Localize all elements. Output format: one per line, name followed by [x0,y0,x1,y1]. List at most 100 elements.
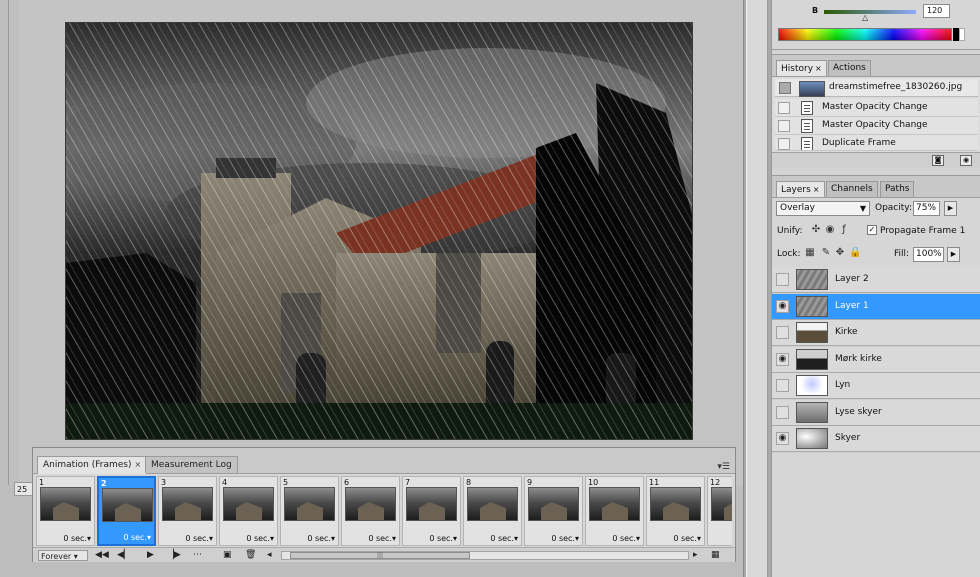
close-icon[interactable]: × [813,185,820,194]
color-channel-slider[interactable] [824,10,916,14]
tab-history[interactable]: History × [776,60,827,76]
propagate-frame-checkbox[interactable]: ✓ [867,225,877,235]
fill-field[interactable]: 100% [913,247,944,262]
layer-row[interactable]: ◉ Skyer [772,426,980,452]
timeline-toggle-icon[interactable]: ▦ [711,550,720,561]
color-channel-value[interactable]: 120 [923,4,950,18]
frame-delay[interactable]: 0 sec.▾ [185,534,213,543]
history-state[interactable]: Duplicate Frame [775,135,978,151]
animation-frame[interactable]: 5 0 sec.▾ [280,476,339,546]
canvas-image[interactable] [65,22,693,440]
opacity-slider-button[interactable]: ▶ [944,201,957,216]
frames-strip: 1 0 sec.▾ 2 0 sec.▾ 3 0 sec.▾ 4 0 sec.▾ 5 0 sec.▾… [36,476,732,546]
history-brush-source[interactable] [778,120,790,132]
tab-paths[interactable]: Paths [880,181,915,197]
frame-delay[interactable]: 0 sec.▾ [246,534,274,543]
layer-row[interactable]: Lyse skyer [772,399,980,426]
tab-animation-frames[interactable]: Animation (Frames) × [37,456,148,474]
animation-frame[interactable]: 4 0 sec.▾ [219,476,278,546]
next-frame-icon[interactable]: ▕▶ [167,550,181,561]
close-icon[interactable]: × [135,460,142,469]
eye-icon[interactable]: ◉ [776,352,789,366]
lock-transparency-icon[interactable]: ▦ [804,247,816,259]
frame-delay[interactable]: 0 sec.▾ [307,534,335,543]
frames-scrollbar[interactable]: ||| [281,551,689,560]
fill-slider-button[interactable]: ▶ [947,247,960,262]
delete-frame-icon[interactable]: 🗑 [245,550,256,561]
layer-row[interactable]: ◉ Layer 1 [772,293,980,320]
loop-select[interactable]: Forever ▾ [38,550,88,561]
visibility-toggle[interactable] [776,405,789,419]
unify-position-icon[interactable]: ✣ [810,224,822,236]
history-state[interactable]: Master Opacity Change [775,117,978,135]
blend-mode-select[interactable]: Overlay ▼ [776,201,870,216]
previous-frame-icon[interactable]: ◀▏ [117,550,131,561]
visibility-toggle[interactable] [776,379,789,392]
tab-layers[interactable]: Layers × [776,181,825,197]
eye-icon[interactable]: ◉ [776,432,789,445]
tab-measurement-log[interactable]: Measurement Log [145,456,238,473]
frame-number: 8 [466,478,472,487]
animation-frame[interactable]: 10 0 sec.▾ [585,476,644,546]
tween-icon[interactable]: ⋯ [193,550,202,561]
lock-move-icon[interactable]: ✥ [834,247,846,259]
snapshot-brush-icon[interactable] [779,82,791,94]
opacity-field[interactable]: 75% [913,201,940,216]
frame-delay[interactable]: 0 sec.▾ [490,534,518,543]
panel-menu-icon[interactable]: ▾☰ [717,462,730,472]
history-snapshot[interactable]: dreamstimefree_1830260.jpg [775,79,978,97]
history-brush-source[interactable] [778,138,790,150]
eye-icon[interactable]: ◉ [776,299,789,313]
visibility-toggle[interactable] [776,273,789,286]
camera-icon[interactable]: ◉ [960,155,972,166]
animation-frame[interactable]: 9 0 sec.▾ [524,476,583,546]
animation-frame[interactable]: 6 0 sec.▾ [341,476,400,546]
animation-frame[interactable]: 1 0 sec.▾ [36,476,95,546]
animation-controls: Forever ▾ ◀◀ ◀▏ ▶ ▕▶ ⋯ ▣ 🗑 ◂ ||| ▸ ▦ [33,547,735,562]
animation-frame[interactable]: 3 0 sec.▾ [158,476,217,546]
animation-frame[interactable]: 120 sec.▾ [707,476,732,546]
duplicate-frame-icon[interactable]: ▣ [223,550,232,561]
lock-all-icon[interactable]: 🔒 [849,247,861,259]
layer-row[interactable]: Lyn [772,373,980,399]
white-swatch[interactable] [959,28,965,41]
slider-handle-icon[interactable]: △ [862,13,868,22]
history-state[interactable]: Master Opacity Change [775,99,978,117]
frame-number: 11 [649,478,660,487]
layer-name: Layer 2 [835,274,869,284]
first-frame-icon[interactable]: ◀◀ [95,550,109,561]
document-icon [801,119,813,133]
layer-row[interactable]: Layer 2 [772,267,980,293]
visibility-toggle[interactable] [776,326,789,339]
new-snapshot-icon[interactable]: ◙ [932,155,944,166]
scroll-left-icon[interactable]: ◂ [267,550,272,561]
close-icon[interactable]: × [815,64,822,73]
frame-delay[interactable]: 0 sec.▾ [123,533,151,542]
frame-delay[interactable]: 0 sec.▾ [612,534,640,543]
layer-row[interactable]: ◉ Mørk kirke [772,346,980,373]
animation-frame[interactable]: 8 0 sec.▾ [463,476,522,546]
animation-frame[interactable]: 7 0 sec.▾ [402,476,461,546]
animation-frame[interactable]: 11 0 sec.▾ [646,476,705,546]
vertical-scrollbar[interactable] [743,0,771,577]
tab-channels[interactable]: Channels [826,181,878,197]
tab-actions[interactable]: Actions [828,60,871,76]
history-panel-tabs: History × Actions [772,55,980,77]
frame-delay[interactable]: 0 sec.▾ [368,534,396,543]
frame-delay[interactable]: 0 sec.▾ [673,534,701,543]
unify-style-icon[interactable]: ƒ [838,224,850,236]
play-icon[interactable]: ▶ [147,550,154,561]
animation-frame[interactable]: 2 0 sec.▾ [97,476,156,546]
layer-name: Mørk kirke [835,353,882,364]
scroll-right-icon[interactable]: ▸ [693,550,698,561]
lock-brush-icon[interactable]: ✎ [820,247,832,259]
layer-row[interactable]: Kirke [772,320,980,346]
frame-delay[interactable]: 0 sec.▾ [429,534,457,543]
history-brush-source[interactable] [778,102,790,114]
document-icon [801,101,813,115]
frame-delay[interactable]: 0 sec.▾ [63,534,91,543]
layer-thumbnail [796,348,828,370]
unify-visibility-icon[interactable]: ◉ [824,224,836,236]
frame-delay[interactable]: 0 sec.▾ [551,534,579,543]
color-spectrum[interactable] [778,28,952,41]
